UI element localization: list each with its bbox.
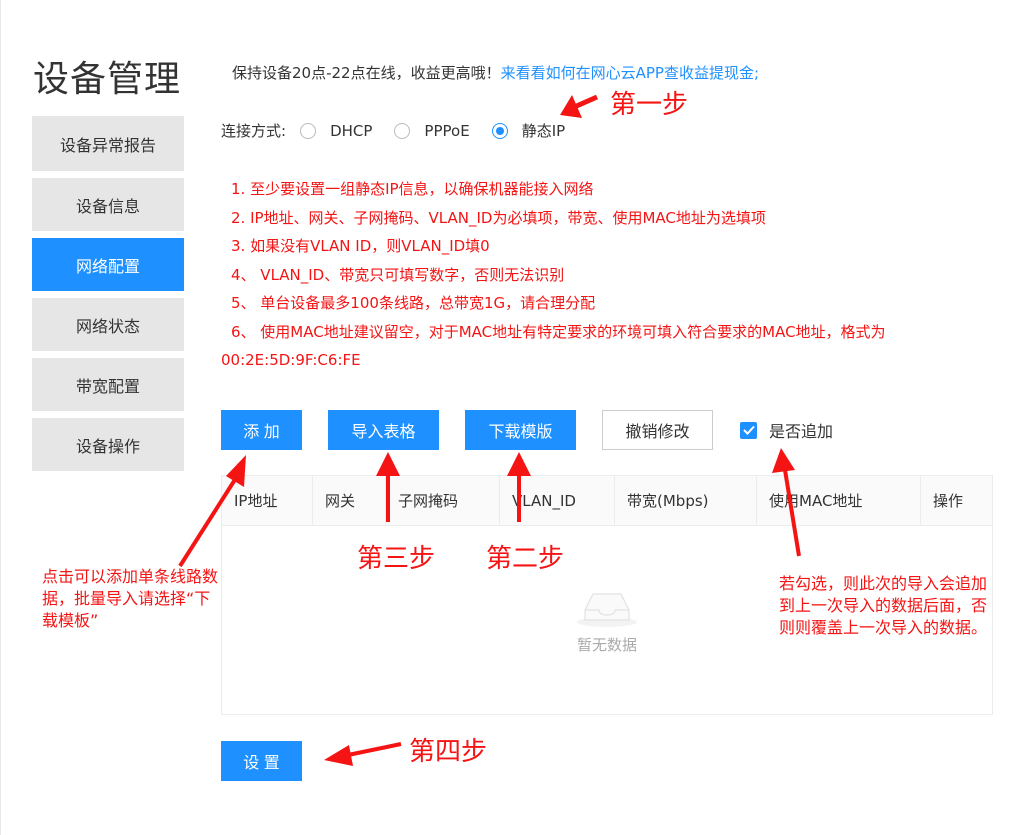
radio-label: 静态IP: [521, 122, 566, 140]
empty-inbox-icon: [577, 592, 637, 627]
sidebar-item-network-config[interactable]: 网络配置: [32, 238, 184, 291]
column-header-gateway: 网关: [313, 476, 386, 525]
add-hint-annotation: 点击可以添加单条线路数据，批量导入请选择“下载模板”: [42, 567, 219, 630]
column-header-mac: 使用MAC地址: [757, 476, 921, 525]
page-title: 设备管理: [33, 59, 182, 100]
sidebar-item-network-status[interactable]: 网络状态: [32, 298, 184, 351]
checkmark-icon: [740, 421, 757, 439]
radio-label: PPPoE: [424, 121, 470, 140]
sidebar-item-device-info[interactable]: 设备信息: [32, 178, 184, 231]
step-two-label: 第二步: [486, 544, 565, 574]
sidebar-item-label: 网络配置: [75, 256, 140, 276]
sidebar-item-label: 设备异常报告: [59, 135, 156, 155]
column-header-vlan-id: VLAN_ID: [500, 476, 615, 525]
note-line: 5、 单台设备最多100条线路，总带宽1G，请合理分配: [231, 294, 596, 312]
note-line: 4、 VLAN_ID、带宽只可填写数字，否则无法识别: [231, 265, 565, 284]
step-three-label: 第三步: [357, 544, 436, 574]
sidebar-item-label: 带宽配置: [75, 376, 140, 396]
column-header-actions: 操作: [933, 492, 964, 510]
step-one-label: 第一步: [610, 90, 689, 120]
connection-type-label: 连接方式:: [221, 122, 287, 140]
append-hint-annotation: 若勾选，则此次的导入会追加到上一次导入的数据后面，否则则覆盖上一次导入的数据。: [779, 574, 988, 637]
config-notes: 1. 至少要设置一组静态IP信息，以确保机器能接入网络 2. IP地址、网关、子…: [221, 175, 1011, 375]
step-four-label: 第四步: [409, 737, 488, 767]
radio-circle-icon: [394, 122, 411, 139]
sidebar-item-bandwidth-config[interactable]: 带宽配置: [32, 358, 184, 411]
download-template-button[interactable]: 下载模版: [465, 410, 576, 450]
undo-changes-button[interactable]: 撤销修改: [602, 410, 713, 450]
table-header: IP地址 网关 子网掩码 VLAN_ID 带宽(Mbps) 使用MAC地址 操作: [222, 476, 992, 526]
column-header-subnet-mask: 子网掩码: [386, 476, 500, 525]
add-button[interactable]: 添 加: [221, 410, 302, 450]
sidebar-item-label: 网络状态: [75, 316, 140, 336]
column-header-ip: IP地址: [222, 476, 313, 525]
sidebar-item-device-operations[interactable]: 设备操作: [32, 418, 184, 471]
append-label: 是否追加: [769, 422, 834, 441]
radio-checked-icon: [491, 122, 508, 139]
column-header-bandwidth: 带宽(Mbps): [615, 476, 757, 525]
radio-dhcp[interactable]: DHCP: [300, 122, 372, 140]
sidebar: 设备异常报告 设备信息 网络配置 网络状态 带宽配置 设备操作: [32, 116, 184, 478]
sidebar-item-device-exception-report[interactable]: 设备异常报告: [32, 116, 184, 171]
import-table-button[interactable]: 导入表格: [328, 410, 439, 450]
note-line: 6、 使用MAC地址建议留空，对于MAC地址有特定要求的环境可填入符合要求的MA…: [231, 322, 886, 341]
note-line: 3. 如果没有VLAN ID，则VLAN_ID填0: [231, 237, 490, 255]
note-line: 1. 至少要设置一组静态IP信息，以确保机器能接入网络: [231, 180, 594, 198]
sidebar-item-label: 设备操作: [75, 436, 140, 456]
append-checkbox[interactable]: 是否追加: [740, 418, 833, 442]
sidebar-item-label: 设备信息: [75, 196, 140, 216]
radio-circle-icon: [300, 122, 317, 139]
promo-link[interactable]: 来看看如何在网心云APP查收益提现金;: [501, 64, 759, 82]
toolbar: 添 加 导入表格 下载模版 撤销修改 是否追加: [221, 409, 833, 451]
promo-text: 保持设备20点-22点在线，收益更高哦！: [232, 64, 501, 82]
empty-text: 暂无数据: [576, 635, 637, 654]
radio-pppoe[interactable]: PPPoE: [394, 121, 470, 140]
promo-banner: 保持设备20点-22点在线，收益更高哦！来看看如何在网心云APP查收益提现金;: [232, 62, 759, 83]
connection-type-group: 连接方式: DHCP PPPoE 静态IP: [221, 120, 587, 141]
note-line: 00:2E:5D:9F:C6:FE: [221, 351, 361, 369]
radio-static-ip[interactable]: 静态IP: [491, 120, 566, 141]
note-line: 2. IP地址、网关、子网掩码、VLAN_ID为必填项，带宽、使用MAC地址为选…: [231, 208, 766, 227]
radio-label: DHCP: [330, 121, 373, 140]
set-button[interactable]: 设 置: [221, 741, 302, 781]
